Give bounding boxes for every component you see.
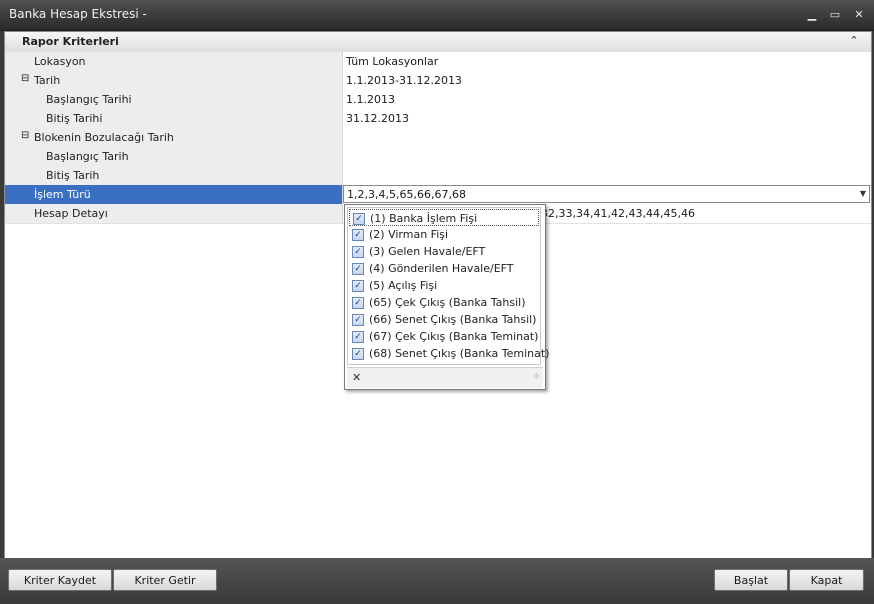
row-label-cell: İşlem Türü — [17, 185, 343, 204]
group-title: Rapor Kriterleri — [22, 35, 119, 48]
row-baslangic-tarih[interactable]: Başlangıç Tarih — [5, 147, 871, 167]
checklist-item-label: (66) Senet Çıkış (Banka Tahsil) — [369, 313, 537, 326]
report-window: Banka Hesap Ekstresi - ▁ ▭ ✕ Rapor Krite… — [0, 0, 874, 604]
checklist-item-label: (68) Senet Çıkış (Banka Teminat) — [369, 347, 550, 360]
row-label: Hesap Detayı — [34, 207, 108, 220]
row-indent — [5, 204, 17, 223]
checklist-item[interactable]: ✓ (4) Gönderilen Havale/EFT — [349, 260, 539, 277]
checkbox-checked-icon[interactable]: ✓ — [352, 246, 364, 258]
row-value-cell[interactable]: Tüm Lokasyonlar — [343, 52, 871, 71]
collapse-tree-icon[interactable]: ⊟ — [21, 73, 29, 84]
checkbox-checked-icon[interactable]: ✓ — [352, 297, 364, 309]
row-label-cell: Başlangıç Tarih — [17, 147, 343, 166]
checklist-item-label: (3) Gelen Havale/EFT — [369, 245, 486, 258]
row-label: Tarih — [34, 74, 61, 87]
row-baslangic-tarihi[interactable]: Başlangıç Tarihi 1.1.2013 — [5, 90, 871, 110]
checklist-item[interactable]: ✓ (68) Senet Çıkış (Banka Teminat) — [349, 345, 549, 362]
row-label: İşlem Türü — [34, 188, 91, 201]
row-label: Başlangıç Tarihi — [46, 93, 132, 106]
checklist-item[interactable]: ✓ (67) Çek Çıkış (Banka Teminat) — [349, 328, 539, 345]
checklist-item-label: (65) Çek Çıkış (Banka Tahsil) — [369, 296, 526, 309]
checklist-item-label: (4) Gönderilen Havale/EFT — [369, 262, 514, 275]
resize-grip-icon[interactable]: ⁘ — [532, 372, 539, 382]
collapse-icon[interactable]: ⌃ — [847, 34, 861, 48]
close-icon[interactable]: ✕ — [851, 8, 867, 22]
checklist-item[interactable]: ✓ (3) Gelen Havale/EFT — [349, 243, 539, 260]
popup-close-icon[interactable]: ✕ — [352, 371, 361, 384]
window-title: Banka Hesap Ekstresi - — [9, 7, 147, 21]
row-blokenin-bozulacagi-tarih[interactable]: ⊟ Blokenin Bozulacağı Tarih — [5, 128, 871, 148]
row-indent — [5, 109, 17, 128]
row-label: Lokasyon — [34, 55, 86, 68]
row-tarih[interactable]: ⊟ Tarih 1.1.2013-31.12.2013 — [5, 71, 871, 91]
row-indent — [5, 147, 17, 166]
row-label-cell: ⊟ Blokenin Bozulacağı Tarih — [17, 128, 343, 147]
row-value: 1.1.2013 — [346, 93, 395, 106]
checkbox-checked-icon[interactable]: ✓ — [352, 314, 364, 326]
title-bar: Banka Hesap Ekstresi - ▁ ▭ ✕ — [0, 0, 874, 31]
checklist-item-label: (67) Çek Çıkış (Banka Teminat) — [369, 330, 539, 343]
row-indent — [5, 128, 17, 147]
row-label: Bitiş Tarih — [46, 169, 100, 182]
minimize-icon[interactable]: ▁ — [804, 8, 820, 22]
row-label-cell: Başlangıç Tarihi — [17, 90, 343, 109]
row-value-cell[interactable]: 1.1.2013-31.12.2013 — [343, 71, 871, 90]
dropdown-arrow-icon[interactable]: ▼ — [860, 189, 866, 198]
checklist-item[interactable]: ✓ (2) Virman Fişi — [349, 226, 539, 243]
row-label-cell: Bitiş Tarih — [17, 166, 343, 185]
row-value: 31.12.2013 — [346, 112, 409, 125]
row-indent — [5, 185, 17, 204]
row-value-cell[interactable]: 1.1.2013 — [343, 90, 871, 109]
checklist-item[interactable]: ✓ (66) Senet Çıkış (Banka Tahsil) — [349, 311, 539, 328]
checkbox-checked-icon[interactable]: ✓ — [352, 348, 364, 360]
checkbox-checked-icon[interactable]: ✓ — [353, 213, 365, 225]
row-indent — [5, 52, 17, 71]
islem-turu-dropdown-popup: ✓ (1) Banka İşlem Fişi ✓ (2) Virman Fişi… — [344, 204, 549, 390]
row-value-cell[interactable] — [343, 128, 871, 147]
checklist-item-label: (2) Virman Fişi — [369, 228, 449, 241]
row-bitis-tarih[interactable]: Bitiş Tarih — [5, 166, 871, 186]
row-label: Blokenin Bozulacağı Tarih — [34, 131, 174, 144]
checklist-item-label: (5) Açılış Fişi — [369, 279, 438, 292]
row-label-cell: Bitiş Tarihi — [17, 109, 343, 128]
popup-footer: ✕ ⁘ — [347, 367, 543, 388]
row-label: Başlangıç Tarih — [46, 150, 129, 163]
row-value-cell[interactable] — [343, 147, 871, 166]
row-bitis-tarihi[interactable]: Bitiş Tarihi 31.12.2013 — [5, 109, 871, 129]
close-button[interactable]: Kapat — [789, 569, 864, 591]
maximize-icon[interactable]: ▭ — [827, 8, 843, 22]
checklist: ✓ (1) Banka İşlem Fişi ✓ (2) Virman Fişi… — [347, 207, 549, 365]
row-value: 32,33,34,41,42,43,44,45,46 — [541, 207, 695, 220]
combo-value: 1,2,3,4,5,65,66,67,68 — [347, 188, 466, 201]
checkbox-checked-icon[interactable]: ✓ — [352, 331, 364, 343]
row-value-cell[interactable]: 31.12.2013 — [343, 109, 871, 128]
row-label-cell: Lokasyon — [17, 52, 343, 71]
bottom-toolbar: Kriter Kaydet Kriter Getir Başlat Kapat — [0, 558, 874, 604]
row-label-cell: Hesap Detayı — [17, 204, 343, 223]
row-value-cell[interactable] — [343, 166, 871, 185]
row-indent — [5, 71, 17, 90]
collapse-tree-icon[interactable]: ⊟ — [21, 130, 29, 141]
group-header[interactable]: Rapor Kriterleri ⌃ — [5, 32, 871, 53]
start-button[interactable]: Başlat — [714, 569, 788, 591]
row-value: 1.1.2013-31.12.2013 — [346, 74, 462, 87]
checkbox-checked-icon[interactable]: ✓ — [352, 263, 364, 275]
row-value: Tüm Lokasyonlar — [346, 55, 439, 68]
checkbox-checked-icon[interactable]: ✓ — [352, 280, 364, 292]
row-indent — [5, 90, 17, 109]
row-islem-turu[interactable]: İşlem Türü 1,2,3,4,5,65,66,67,68 ▼ — [5, 185, 871, 205]
row-label-cell: ⊟ Tarih — [17, 71, 343, 90]
row-indent — [5, 166, 17, 185]
checklist-item[interactable]: ✓ (5) Açılış Fişi — [349, 277, 539, 294]
islem-turu-combo[interactable]: 1,2,3,4,5,65,66,67,68 ▼ — [343, 185, 870, 203]
checkbox-checked-icon[interactable]: ✓ — [352, 229, 364, 241]
checklist-item[interactable]: ✓ (1) Banka İşlem Fişi — [349, 209, 539, 226]
row-lokasyon[interactable]: Lokasyon Tüm Lokasyonlar — [5, 52, 871, 72]
checklist-item-label: (1) Banka İşlem Fişi — [370, 212, 478, 225]
load-criteria-button[interactable]: Kriter Getir — [113, 569, 217, 591]
checklist-item[interactable]: ✓ (65) Çek Çıkış (Banka Tahsil) — [349, 294, 539, 311]
row-label: Bitiş Tarihi — [46, 112, 103, 125]
save-criteria-button[interactable]: Kriter Kaydet — [8, 569, 112, 591]
